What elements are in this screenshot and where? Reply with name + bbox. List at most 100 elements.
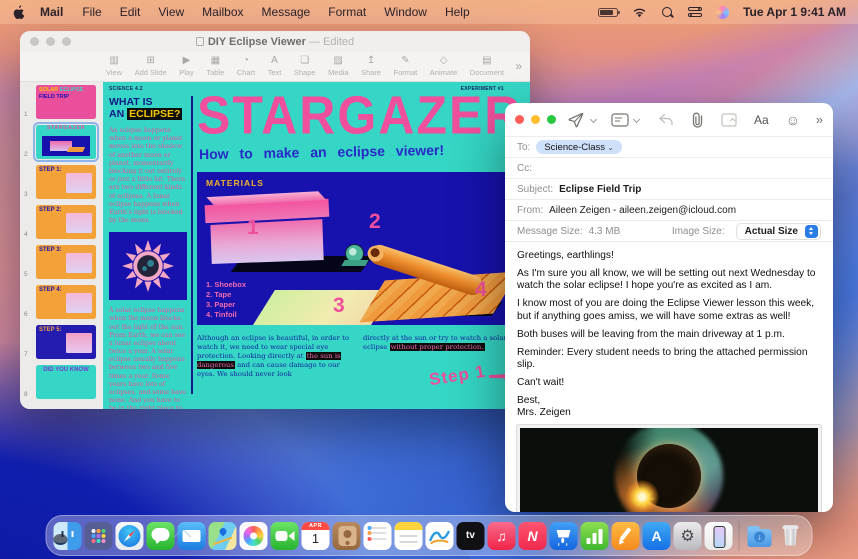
- menu-window[interactable]: Window: [375, 5, 436, 19]
- body-paragraph: Greetings, earthlings!: [517, 250, 821, 262]
- dock-numbers[interactable]: [581, 522, 609, 550]
- toolbar-animate-button[interactable]: ◇Animate: [430, 56, 458, 77]
- message-body[interactable]: Greetings, earthlings! As I'm sure you a…: [505, 242, 833, 420]
- cc-field[interactable]: Cc:: [505, 158, 833, 179]
- slide-thumbnail-7[interactable]: 7 STEP 5:: [20, 322, 103, 362]
- dock-downloads[interactable]: [746, 522, 774, 550]
- slide-thumbnail-3[interactable]: 3 STEP 1:: [20, 162, 103, 202]
- toolbar-overflow-button[interactable]: »: [515, 59, 522, 73]
- dock-calendar[interactable]: APR1: [302, 522, 330, 550]
- mail-toolbar[interactable]: Aa ☺ »: [505, 103, 833, 137]
- dock-photos[interactable]: [240, 522, 268, 550]
- slide-thumbnail-1[interactable]: 1 SOLAR ECLIPSEFIELD TRIP: [20, 82, 103, 122]
- dock-messages[interactable]: [147, 522, 175, 550]
- menu-bar-clock[interactable]: Tue Apr 1 9:41 AM: [743, 5, 846, 19]
- menu-edit[interactable]: Edit: [111, 5, 150, 19]
- apple-menu[interactable]: [12, 5, 34, 20]
- wifi-icon[interactable]: [632, 7, 647, 18]
- toolbar-format-button[interactable]: ✎Format: [394, 56, 418, 77]
- dock-news[interactable]: N: [519, 522, 547, 550]
- menu-app-name[interactable]: Mail: [34, 5, 73, 19]
- dock-keynote[interactable]: [550, 522, 578, 550]
- slide-thumbnail-5[interactable]: 5 STEP 3:: [20, 242, 103, 282]
- dock-pages[interactable]: [612, 522, 640, 550]
- toolbar-add-slide-button[interactable]: ⊞Add Slide: [135, 56, 167, 77]
- header-fields-button[interactable]: [611, 113, 629, 127]
- slide-thumbnail-4[interactable]: 4 STEP 2:: [20, 202, 103, 242]
- dock-music[interactable]: ♫: [488, 522, 516, 550]
- toolbar-chart-button[interactable]: ◔Chart: [237, 56, 255, 77]
- send-options-chevron[interactable]: [590, 116, 597, 123]
- close-button[interactable]: [515, 115, 524, 124]
- dock-iphone-mirroring[interactable]: [705, 522, 733, 550]
- control-center-icon[interactable]: [688, 6, 702, 18]
- to-field[interactable]: To: Science-Class: [505, 137, 833, 158]
- dock-system-settings[interactable]: ⚙: [674, 522, 702, 550]
- apple-icon: [12, 5, 25, 20]
- slide-thumbnail-8[interactable]: 8 DID YOU KNOW: [20, 362, 103, 402]
- dock-facetime[interactable]: [271, 522, 299, 550]
- subject-value: Eclipse Field Trip: [559, 184, 641, 195]
- minimize-button[interactable]: [531, 115, 540, 124]
- body-paragraph: Can't wait!: [517, 377, 821, 389]
- search-icon[interactable]: [661, 6, 674, 19]
- menu-file[interactable]: File: [73, 5, 110, 19]
- dock-finder[interactable]: [54, 522, 82, 550]
- eclipse-attachment-image[interactable]: [517, 425, 821, 512]
- dock-reminders[interactable]: [364, 522, 392, 550]
- menu-mailbox[interactable]: Mailbox: [193, 5, 252, 19]
- toolbar-document-button[interactable]: ▤Document: [470, 56, 504, 77]
- menu-message[interactable]: Message: [253, 5, 320, 19]
- sun-eclipse-icon: [122, 240, 174, 292]
- toolbar-media-button[interactable]: ▨Media: [328, 56, 348, 77]
- toolbar-shape-button[interactable]: ❏Shape: [294, 56, 316, 77]
- tape-illustration: [343, 244, 367, 266]
- battery-icon[interactable]: [598, 8, 618, 17]
- play-icon: ▶: [183, 56, 191, 68]
- slide-paragraph-2: A solar eclipse happens when the moon bl…: [109, 307, 187, 409]
- materials-box[interactable]: MATERIALS 1 2 3 4 1. Shoebox: [197, 172, 528, 325]
- chart-icon: ◔: [243, 56, 249, 68]
- menu-format[interactable]: Format: [319, 5, 375, 19]
- menu-view[interactable]: View: [149, 5, 193, 19]
- dock-safari[interactable]: [116, 522, 144, 550]
- slide-canvas[interactable]: SCIENCE 4.2 EXPERIMENT #1 WHAT ISAN ECLI…: [103, 82, 530, 409]
- dock-trash[interactable]: [777, 522, 805, 550]
- dock-notes[interactable]: [395, 522, 423, 550]
- body-paragraph: Reminder: Every student needs to bring t…: [517, 347, 821, 372]
- fonts-button[interactable]: Aa: [754, 113, 769, 127]
- toolbar-view-button[interactable]: ▥View: [106, 56, 122, 77]
- dock-contacts[interactable]: [333, 522, 361, 550]
- slide-thumbnail-6[interactable]: 6 STEP 4:: [20, 282, 103, 322]
- zoom-button[interactable]: [547, 115, 556, 124]
- body-signoff: Best,: [517, 395, 821, 407]
- dock-launchpad[interactable]: [85, 522, 113, 550]
- image-size-select[interactable]: Actual Size: [736, 223, 821, 240]
- menu-help[interactable]: Help: [436, 5, 479, 19]
- mail-traffic-lights[interactable]: [515, 115, 556, 124]
- toolbar-share-button[interactable]: ↥Share: [361, 56, 381, 77]
- subject-field[interactable]: Subject: Eclipse Field Trip: [505, 179, 833, 200]
- mail-toolbar-overflow[interactable]: »: [816, 112, 823, 127]
- to-recipient-token[interactable]: Science-Class: [536, 140, 622, 154]
- from-field[interactable]: From: Aileen Zeigen - aileen.zeigen@iclo…: [505, 200, 833, 221]
- toolbar-text-button[interactable]: AText: [268, 56, 282, 77]
- dock-tv[interactable]: tv: [457, 522, 485, 550]
- toolbar-table-button[interactable]: ▦Table: [206, 56, 224, 77]
- send-button[interactable]: [568, 112, 584, 128]
- header-fields-chevron[interactable]: [633, 116, 640, 123]
- keynote-title-bar[interactable]: DIY Eclipse Viewer — Edited: [20, 31, 530, 52]
- edited-label: — Edited: [309, 36, 354, 48]
- emoji-button[interactable]: ☺: [786, 112, 800, 128]
- toolbar-play-button[interactable]: ▶Play: [179, 56, 194, 77]
- slide-thumbnail-2-selected[interactable]: 2 STARGAZER: [20, 122, 103, 162]
- siri-icon[interactable]: [716, 6, 729, 19]
- attach-button[interactable]: [690, 112, 704, 128]
- dock-freeform[interactable]: [426, 522, 454, 550]
- slide-paragraph-1: An eclipse happens when a moon or planet…: [109, 127, 187, 225]
- dock-app-store[interactable]: A: [643, 522, 671, 550]
- dock-mail[interactable]: [178, 522, 206, 550]
- dock-maps[interactable]: [209, 522, 237, 550]
- slide-title[interactable]: STARGAZER: [197, 84, 530, 147]
- slide-subtitle[interactable]: How to make an eclipse viewer!: [199, 142, 444, 162]
